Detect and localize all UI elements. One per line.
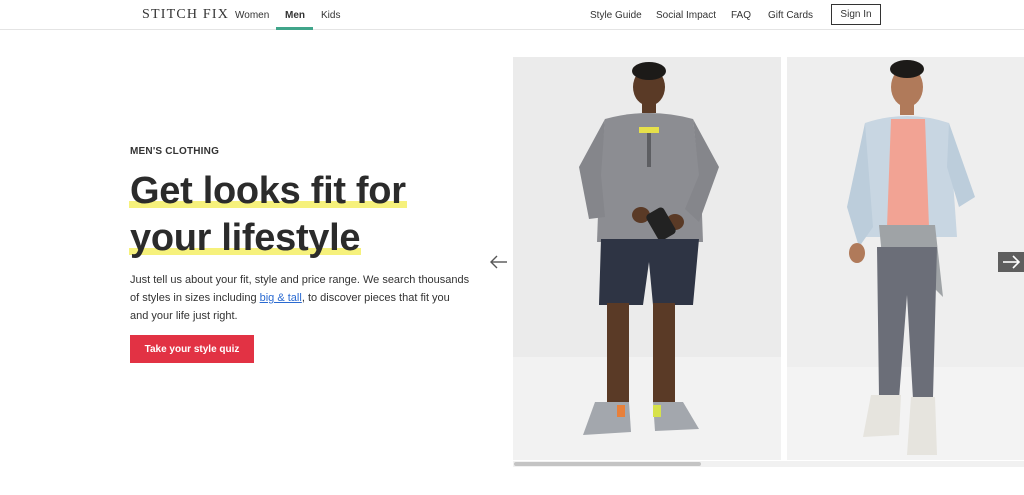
nav-faq[interactable]: FAQ — [731, 10, 751, 21]
nav-gift-cards[interactable]: Gift Cards — [768, 10, 813, 21]
hero-headline: Get looks fit for your lifestyle — [129, 168, 407, 262]
nav-style-guide[interactable]: Style Guide — [590, 10, 642, 21]
eyebrow-label: MEN'S CLOTHING — [130, 146, 220, 157]
carousel-slide-1[interactable] — [513, 57, 781, 460]
headline-line-2: your lifestyle — [129, 217, 362, 259]
arrow-right-icon[interactable] — [998, 252, 1024, 272]
site-header: STITCH FIX Women Men Kids Style Guide So… — [0, 0, 1024, 30]
carousel-slide-2[interactable] — [787, 57, 1024, 460]
active-nav-indicator — [276, 27, 313, 30]
model-photo-2 — [787, 57, 1024, 460]
nav-women[interactable]: Women — [235, 10, 269, 21]
sign-in-button[interactable]: Sign In — [831, 4, 881, 25]
arrow-left-icon[interactable] — [489, 253, 509, 271]
nav-men[interactable]: Men — [285, 10, 305, 21]
carousel-scrollbar-thumb[interactable] — [514, 462, 701, 466]
model-photo-1 — [513, 57, 781, 460]
style-quiz-button[interactable]: Take your style quiz — [130, 335, 254, 363]
logo[interactable]: STITCH FIX — [142, 7, 229, 23]
hero-description: Just tell us about your fit, style and p… — [130, 271, 470, 325]
headline-line-1: Get looks fit for — [129, 170, 407, 212]
big-and-tall-link[interactable]: big & tall — [260, 292, 302, 304]
nav-kids[interactable]: Kids — [321, 10, 340, 21]
nav-social-impact[interactable]: Social Impact — [656, 10, 716, 21]
